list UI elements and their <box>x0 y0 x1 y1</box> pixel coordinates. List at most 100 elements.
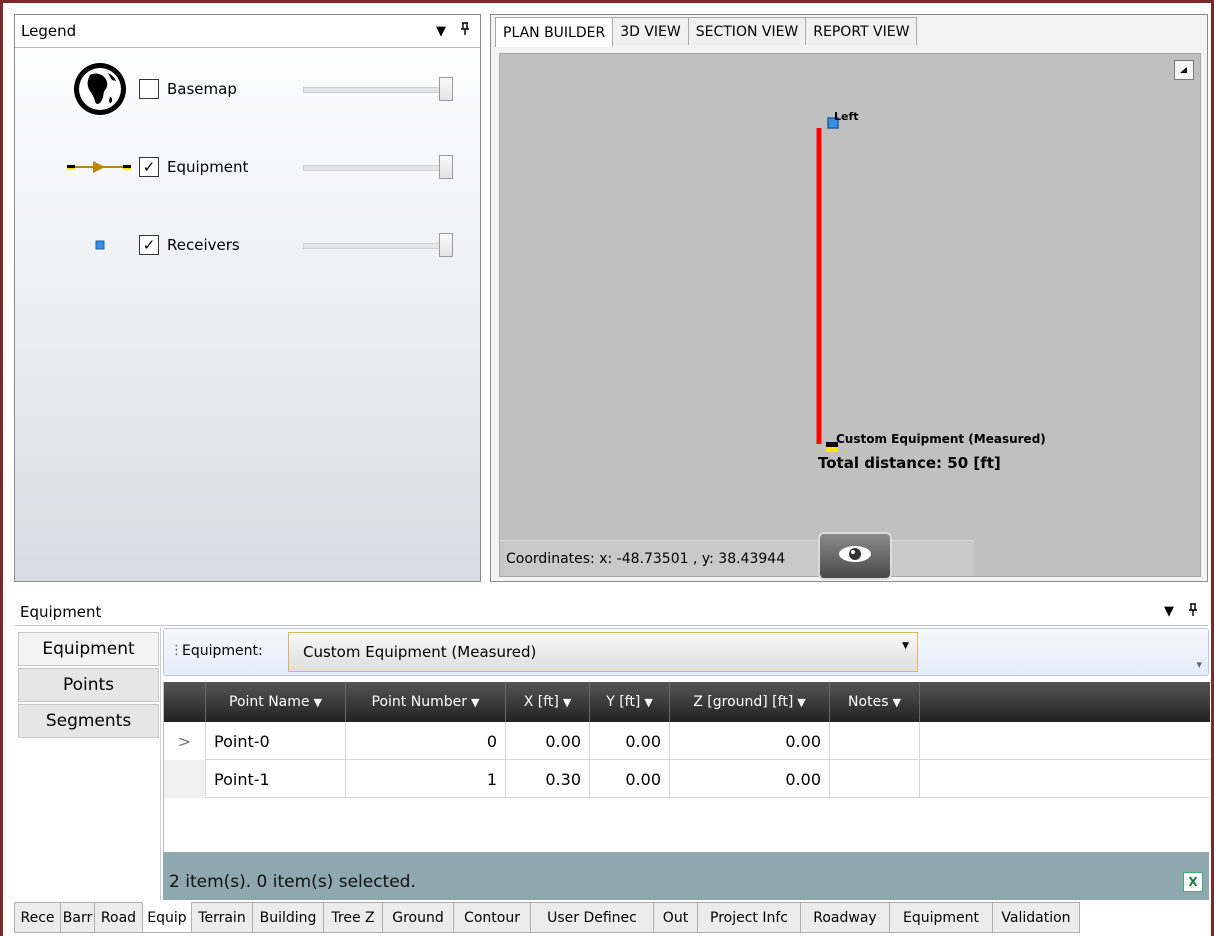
column-header-point-number[interactable]: Point Number ▼ <box>346 682 506 722</box>
column-label: X [ft] <box>523 694 559 710</box>
equipment-side-tabs: Equipment Points Segments <box>14 628 161 900</box>
plan-canvas[interactable]: Left Custom Equipment (Measured) Total d… <box>499 53 1201 580</box>
cell-point-name[interactable]: Point-0 <box>206 722 346 760</box>
legend-item-equipment: ✓ Equipment <box>15 147 480 187</box>
cell-x[interactable]: 0.00 <box>506 722 590 760</box>
bottom-tab-strip: Rece Barr Road Equip Terrain Building Tr… <box>14 902 1208 934</box>
grid-header: Point Name ▼ Point Number ▼ X [ft] ▼ Y [ft]… <box>164 682 1210 722</box>
row-selector[interactable]: > <box>164 722 206 760</box>
tab-equipment[interactable]: Equipment <box>889 902 993 933</box>
tab-terrain[interactable]: Terrain <box>191 902 253 933</box>
legend-panel: Legend ▼ Basemap ✓ Equipment ✓ Receivers <box>14 14 481 582</box>
column-header-y[interactable]: Y [ft] ▼ <box>590 682 670 722</box>
tab-buildings[interactable]: Building <box>252 902 324 933</box>
cell-notes[interactable] <box>830 722 920 760</box>
cell-y[interactable]: 0.00 <box>590 760 670 798</box>
cell-z-ground[interactable]: 0.00 <box>670 760 830 798</box>
tab-roadway[interactable]: Roadway <box>800 902 890 933</box>
equipment-opacity-slider[interactable] <box>303 155 453 179</box>
receivers-opacity-slider[interactable] <box>303 233 453 257</box>
column-label: Z [ground] [ft] <box>693 694 794 710</box>
tab-validation[interactable]: Validation <box>992 902 1080 933</box>
receivers-checkbox[interactable]: ✓ <box>139 235 159 255</box>
column-header-x[interactable]: X [ft] ▼ <box>506 682 590 722</box>
tab-plan-builder[interactable]: PLAN BUILDER <box>495 17 614 47</box>
side-tab-equipment[interactable]: Equipment <box>18 632 159 666</box>
window-frame-left <box>0 0 3 936</box>
tab-equipment-short[interactable]: Equip <box>142 902 192 933</box>
cell-notes[interactable] <box>830 760 920 798</box>
cell-point-name[interactable]: Point-1 <box>206 760 346 798</box>
tab-project-info[interactable]: Project Infc <box>697 902 801 933</box>
row-selector[interactable] <box>164 760 206 798</box>
tab-roads[interactable]: Road <box>94 902 143 933</box>
view-panel: PLAN BUILDER 3D VIEW SECTION VIEW REPORT… <box>490 14 1208 582</box>
filter-icon[interactable]: ▼ <box>471 696 479 709</box>
tab-tree-zones[interactable]: Tree Z <box>323 902 383 933</box>
pane-dropdown-icon[interactable]: ▼ <box>436 24 446 39</box>
cell-point-number[interactable]: 0 <box>346 722 506 760</box>
tab-barriers[interactable]: Barr <box>60 902 95 933</box>
equipment-arrow-icon <box>55 147 145 187</box>
filter-icon[interactable]: ▼ <box>314 696 322 709</box>
eye-icon <box>837 545 873 567</box>
equipment-label: Equipment <box>167 158 249 176</box>
basemap-label: Basemap <box>167 80 237 98</box>
pin-icon[interactable] <box>1188 602 1198 621</box>
column-label: Y [ft] <box>606 694 641 710</box>
side-tab-segments[interactable]: Segments <box>18 704 159 738</box>
row-filler <box>920 760 1210 798</box>
legend-item-receivers: ✓ Receivers <box>15 225 480 265</box>
row-filler <box>920 722 1210 760</box>
cell-y[interactable]: 0.00 <box>590 722 670 760</box>
tab-section-view[interactable]: SECTION VIEW <box>687 17 807 45</box>
tab-ground[interactable]: Ground <box>382 902 454 933</box>
tab-user-defined[interactable]: User Definec <box>530 902 654 933</box>
legend-header: Legend ▼ <box>15 15 480 48</box>
equipment-select-label: Equipment: <box>182 643 263 659</box>
toolbar-grip-icon[interactable]: ⋮ <box>170 643 183 658</box>
filter-icon[interactable]: ▼ <box>563 696 571 709</box>
pane-dropdown-icon[interactable]: ▼ <box>1164 604 1174 619</box>
basemap-opacity-slider[interactable] <box>303 77 453 101</box>
column-header-notes[interactable]: Notes ▼ <box>830 682 920 722</box>
tab-contour[interactable]: Contour <box>453 902 531 933</box>
basemap-checkbox[interactable] <box>139 79 159 99</box>
coordinates-readout: Coordinates: x: -48.73501 , y: 38.43944 <box>506 550 786 567</box>
header-filler <box>920 682 1210 722</box>
equipment-toolbar: ⋮ Equipment: Custom Equipment (Measured)… <box>163 628 1209 676</box>
excel-export-icon[interactable]: X <box>1183 872 1203 892</box>
grid-status-bar: 2 item(s). 0 item(s) selected. X <box>163 852 1209 900</box>
equipment-checkbox[interactable]: ✓ <box>139 157 159 177</box>
equipment-pane-title: Equipment <box>20 602 102 621</box>
equipment-select[interactable]: Custom Equipment (Measured) ▼ <box>288 632 918 672</box>
receiver-square-icon <box>55 225 145 265</box>
cell-x[interactable]: 0.30 <box>506 760 590 798</box>
filter-icon[interactable]: ▼ <box>797 696 805 709</box>
column-label: Point Number <box>371 694 467 710</box>
cell-point-number[interactable]: 1 <box>346 760 506 798</box>
total-distance-label: Total distance: 50 [ft] <box>818 454 1001 472</box>
pin-icon[interactable] <box>460 22 470 40</box>
filter-icon[interactable]: ▼ <box>892 696 900 709</box>
column-header-z-ground[interactable]: Z [ground] [ft] ▼ <box>670 682 830 722</box>
side-tab-points[interactable]: Points <box>18 668 159 702</box>
tab-report-view[interactable]: REPORT VIEW <box>805 17 918 45</box>
filter-icon[interactable]: ▼ <box>644 696 652 709</box>
equipment-pane-header: Equipment ▼ <box>14 598 1208 626</box>
view-toggle-button[interactable] <box>818 532 892 580</box>
cell-z-ground[interactable]: 0.00 <box>670 722 830 760</box>
points-grid: Point Name ▼ Point Number ▼ X [ft] ▼ Y [ft]… <box>163 682 1210 852</box>
column-header-point-name[interactable]: Point Name ▼ <box>206 682 346 722</box>
tab-receivers[interactable]: Rece <box>14 902 61 933</box>
chevron-down-icon: ▼ <box>902 641 909 651</box>
tab-output[interactable]: Out <box>653 902 698 933</box>
legend-item-basemap: Basemap <box>15 63 480 115</box>
receiver-label: Left <box>834 110 859 123</box>
table-row[interactable]: > Point-0 0 0.00 0.00 0.00 <box>164 722 1210 760</box>
toolbar-overflow-icon[interactable]: ▾ <box>1196 658 1202 671</box>
tab-3d-view[interactable]: 3D VIEW <box>612 17 689 45</box>
legend-title: Legend <box>21 22 77 40</box>
row-selector-header <box>164 682 206 722</box>
table-row[interactable]: Point-1 1 0.30 0.00 0.00 <box>164 760 1210 798</box>
